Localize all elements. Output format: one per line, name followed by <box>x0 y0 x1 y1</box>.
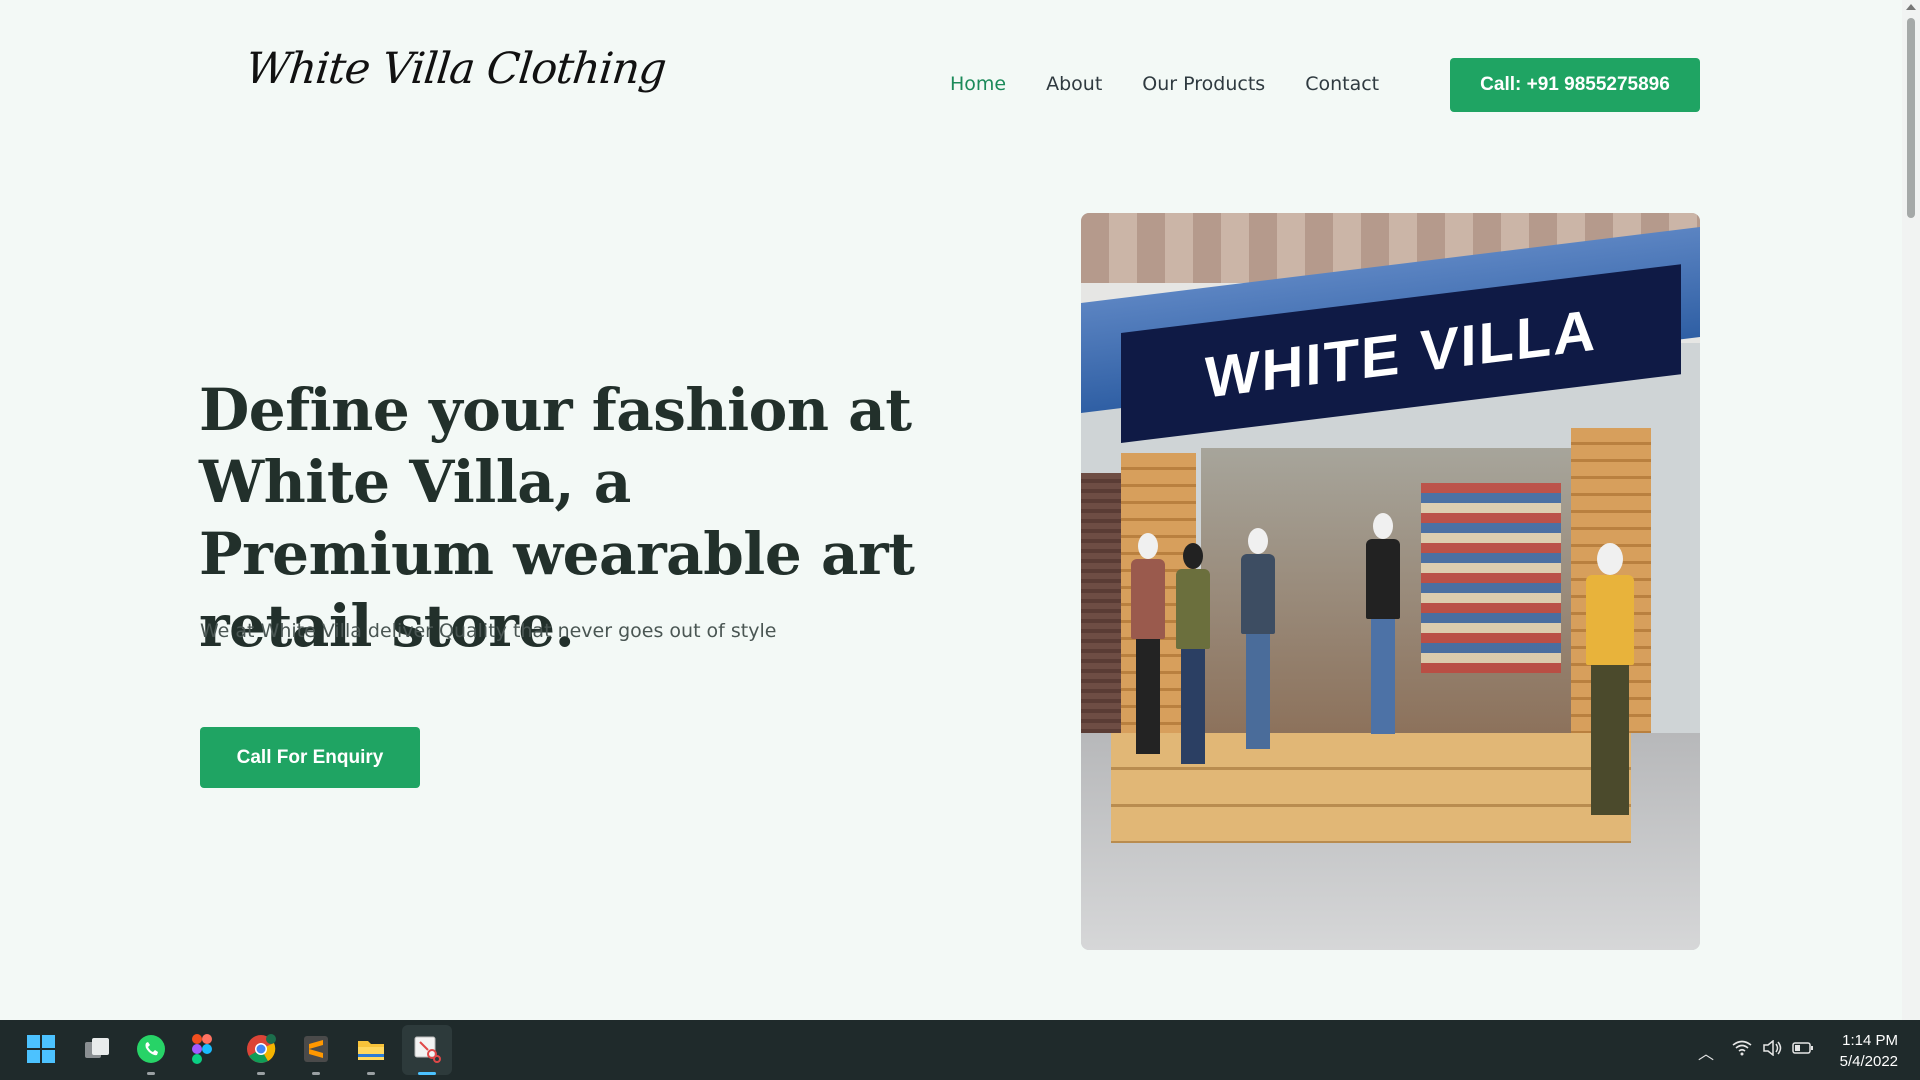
system-clock[interactable]: 1:14 PM 5/4/2022 <box>1840 1030 1898 1072</box>
nav-contact-link[interactable]: Contact <box>1305 73 1379 95</box>
snipping-tool-icon[interactable] <box>412 1034 442 1064</box>
mannequin <box>1176 543 1210 764</box>
volume-icon[interactable] <box>1762 1039 1782 1060</box>
nav-products-link[interactable]: Our Products <box>1142 73 1265 95</box>
nav-about-link[interactable]: About <box>1046 73 1102 95</box>
main-nav: Home About Our Products Contact <box>950 73 1379 95</box>
mannequin <box>1366 513 1400 734</box>
clothing-shelves <box>1421 483 1561 673</box>
file-explorer-icon[interactable] <box>356 1034 386 1064</box>
side-shutter <box>1081 473 1121 773</box>
mannequin <box>1586 543 1634 815</box>
call-phone-button[interactable]: Call: +91 9855275896 <box>1450 58 1700 112</box>
chrome-icon[interactable] <box>246 1034 276 1064</box>
chevron-up-icon[interactable]: ︿ <box>1698 1040 1714 1064</box>
scroll-up-icon[interactable] <box>1906 4 1916 10</box>
wifi-icon[interactable] <box>1732 1040 1752 1060</box>
battery-icon[interactable] <box>1792 1040 1814 1060</box>
nav-home-link[interactable]: Home <box>950 73 1006 95</box>
page-scrollbar[interactable] <box>1902 0 1920 1020</box>
clock-date: 5/4/2022 <box>1839 1053 1898 1070</box>
active-app-indicator <box>418 1072 436 1075</box>
store-front-image: WHITE VILLA <box>1081 213 1700 950</box>
mannequin <box>1131 533 1165 754</box>
whatsapp-icon[interactable] <box>136 1034 166 1064</box>
call-for-enquiry-button[interactable]: Call For Enquiry <box>200 727 420 788</box>
taskbar: ︿ 1:14 PM 5/4/2022 <box>0 1020 1920 1080</box>
windows-start-icon[interactable] <box>26 1034 56 1064</box>
figma-icon[interactable] <box>192 1034 212 1064</box>
site-logo[interactable]: White Villa Clothing <box>243 44 668 94</box>
mannequin <box>1241 528 1275 749</box>
scrollbar-thumb[interactable] <box>1907 18 1915 218</box>
hero-title: Define your fashion at White Villa, a Pr… <box>199 376 915 660</box>
clock-time: 1:14 PM <box>1842 1032 1898 1049</box>
hero-subtitle: We at White Villa deliver Quality that n… <box>200 620 777 642</box>
task-view-icon[interactable] <box>82 1034 112 1064</box>
sublime-text-icon[interactable] <box>301 1034 331 1064</box>
